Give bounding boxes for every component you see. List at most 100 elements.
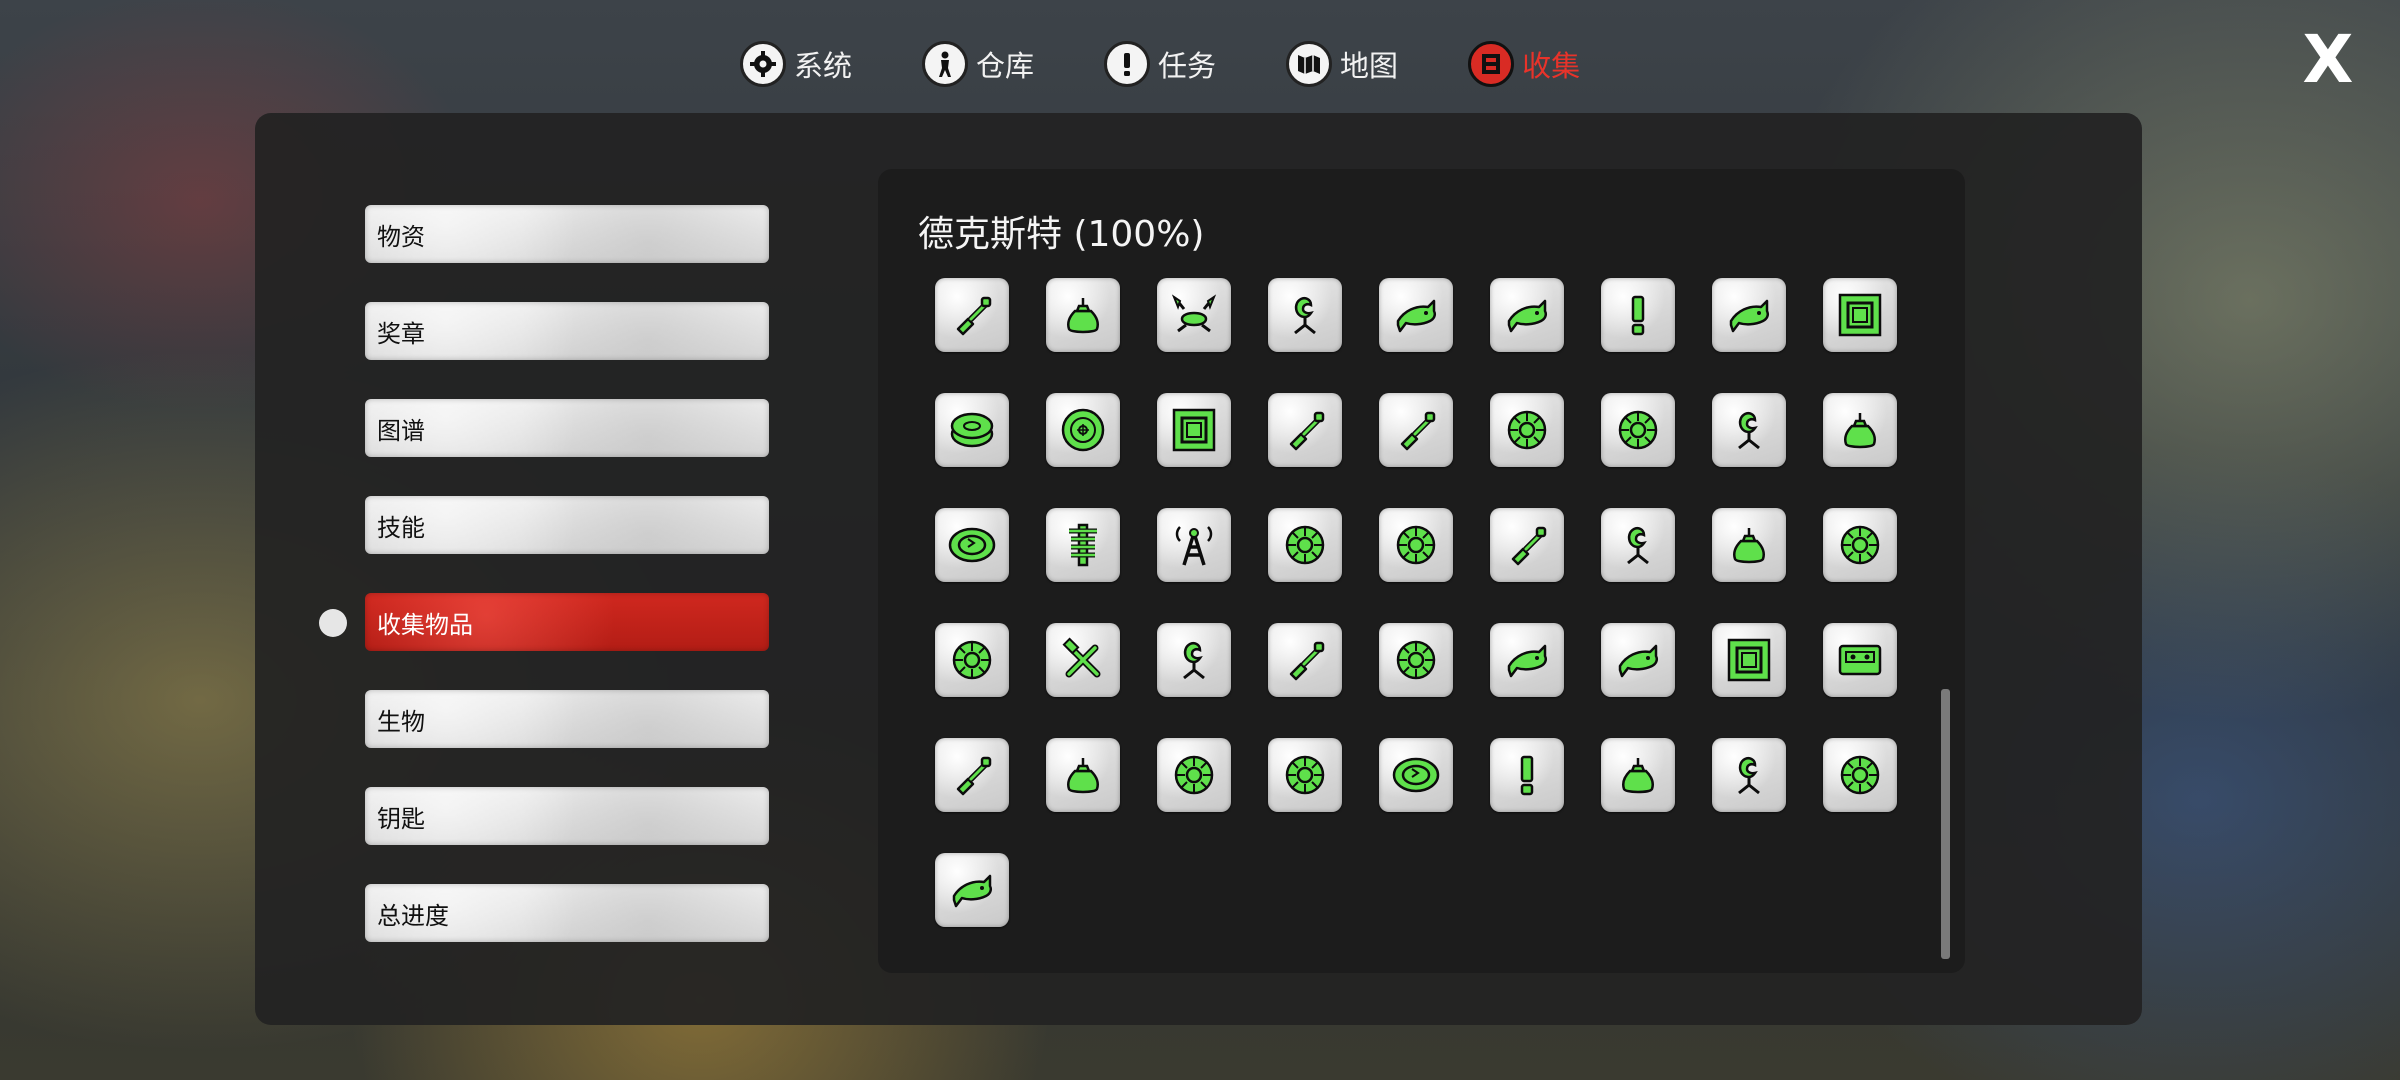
nav-map[interactable]: 地图 — [1286, 41, 1398, 87]
frame-icon — [1727, 638, 1771, 682]
person-icon — [922, 41, 969, 87]
spine-icon — [1069, 523, 1097, 567]
collectible-item[interactable] — [1490, 738, 1564, 812]
collectible-item[interactable] — [1490, 508, 1564, 582]
menu-item-label: 技能 — [377, 513, 425, 542]
menu-item-blueprints[interactable]: 图谱 — [365, 399, 769, 457]
shovel-icon — [956, 296, 992, 336]
nav-collection-label: 收集 — [1522, 49, 1581, 83]
shovel-icon — [1289, 411, 1325, 451]
plant-icon — [1738, 757, 1760, 795]
collectible-item[interactable] — [1712, 508, 1786, 582]
collectible-item[interactable] — [1268, 508, 1342, 582]
plant-icon — [1738, 412, 1760, 450]
scrollbar[interactable] — [1941, 689, 1950, 959]
ring-icon — [948, 527, 996, 563]
collectible-item[interactable] — [935, 623, 1009, 697]
menu-item-medals[interactable]: 奖章 — [365, 302, 769, 360]
flower-icon — [1396, 525, 1436, 565]
nav-system[interactable]: 系统 — [740, 41, 852, 87]
flower-icon — [1507, 410, 1547, 450]
content-title: 德克斯特 (100%) — [918, 214, 1205, 255]
menu-item-collectibles[interactable]: 收集物品 — [319, 593, 769, 651]
gear-icon — [740, 41, 786, 87]
collectible-item[interactable] — [1379, 393, 1453, 467]
collectible-item[interactable] — [1712, 623, 1786, 697]
collectible-item[interactable] — [1379, 738, 1453, 812]
shovel-icon — [1400, 411, 1436, 451]
close-button[interactable]: X — [2300, 27, 2356, 93]
menu-item-label: 总进度 — [377, 901, 449, 930]
collectible-item[interactable] — [935, 393, 1009, 467]
exclaim-icon — [1520, 755, 1534, 796]
fish-icon — [1507, 644, 1548, 678]
collectible-item[interactable] — [1601, 738, 1675, 812]
collectible-item[interactable] — [1601, 508, 1675, 582]
collectible-item[interactable] — [1379, 508, 1453, 582]
collectible-item[interactable] — [1490, 623, 1564, 697]
collectible-item[interactable] — [1046, 393, 1120, 467]
menu-item-supplies[interactable]: 物资 — [365, 205, 769, 263]
collectible-item[interactable] — [1157, 508, 1231, 582]
collectible-item[interactable] — [1268, 278, 1342, 352]
category-menu: 物资 奖章 图谱 技能 收集物品 生物 钥匙 总进度 — [319, 205, 769, 981]
flower-icon — [1396, 640, 1436, 680]
collectible-item[interactable] — [1712, 738, 1786, 812]
collectible-item[interactable] — [1046, 623, 1120, 697]
collectible-item[interactable] — [1046, 278, 1120, 352]
collectible-item[interactable] — [1601, 393, 1675, 467]
nav-tasks[interactable]: 任务 — [1104, 41, 1216, 87]
collectible-item[interactable] — [1379, 278, 1453, 352]
bag-icon — [1067, 298, 1099, 334]
collectible-item[interactable] — [1823, 393, 1897, 467]
shovel-icon — [1289, 641, 1325, 681]
nav-map-label: 地图 — [1340, 49, 1399, 83]
shovel-icon — [956, 756, 992, 796]
collectible-item[interactable] — [1712, 278, 1786, 352]
disc-icon — [1061, 408, 1105, 452]
menu-item-creatures[interactable]: 生物 — [365, 690, 769, 748]
collectible-item[interactable] — [1490, 393, 1564, 467]
bag-icon — [1622, 758, 1654, 794]
collectible-item[interactable] — [1823, 623, 1897, 697]
collectible-item[interactable] — [1157, 738, 1231, 812]
flower-icon — [1840, 525, 1880, 565]
fish-icon — [952, 874, 993, 908]
frame-icon — [1838, 293, 1882, 337]
collectible-item[interactable] — [1823, 508, 1897, 582]
collectible-item[interactable] — [1823, 738, 1897, 812]
collectible-item[interactable] — [1712, 393, 1786, 467]
collectible-item[interactable] — [1157, 623, 1231, 697]
bag-icon — [1844, 413, 1876, 449]
collectible-item[interactable] — [1490, 278, 1564, 352]
collectible-item[interactable] — [1268, 393, 1342, 467]
coin-icon — [950, 412, 994, 448]
menu-item-label: 生物 — [377, 707, 425, 736]
collectible-item[interactable] — [1823, 278, 1897, 352]
collectible-item[interactable] — [1268, 738, 1342, 812]
tape-icon — [1838, 644, 1882, 676]
fish-icon — [1729, 299, 1770, 333]
fish-icon — [1507, 299, 1548, 333]
collectible-grid — [935, 278, 1897, 927]
menu-item-keys[interactable]: 钥匙 — [365, 787, 769, 845]
collectible-item[interactable] — [1157, 278, 1231, 352]
collectible-item[interactable] — [1379, 623, 1453, 697]
fish-icon — [1618, 644, 1659, 678]
nav-collection[interactable]: 收集 — [1468, 41, 1580, 87]
collectible-item[interactable] — [935, 738, 1009, 812]
collectible-item[interactable] — [1601, 623, 1675, 697]
collectible-item[interactable] — [935, 278, 1009, 352]
collectible-item[interactable] — [1046, 738, 1120, 812]
menu-item-label: 奖章 — [377, 319, 425, 348]
plant-icon — [1294, 297, 1316, 335]
menu-item-total-progress[interactable]: 总进度 — [365, 884, 769, 942]
collectible-item[interactable] — [1601, 278, 1675, 352]
menu-item-skills[interactable]: 技能 — [365, 496, 769, 554]
collectible-item[interactable] — [1046, 508, 1120, 582]
collectible-item[interactable] — [1157, 393, 1231, 467]
nav-warehouse[interactable]: 仓库 — [922, 41, 1034, 87]
collectible-item[interactable] — [935, 508, 1009, 582]
collectible-item[interactable] — [1268, 623, 1342, 697]
collectible-item[interactable] — [935, 853, 1009, 927]
